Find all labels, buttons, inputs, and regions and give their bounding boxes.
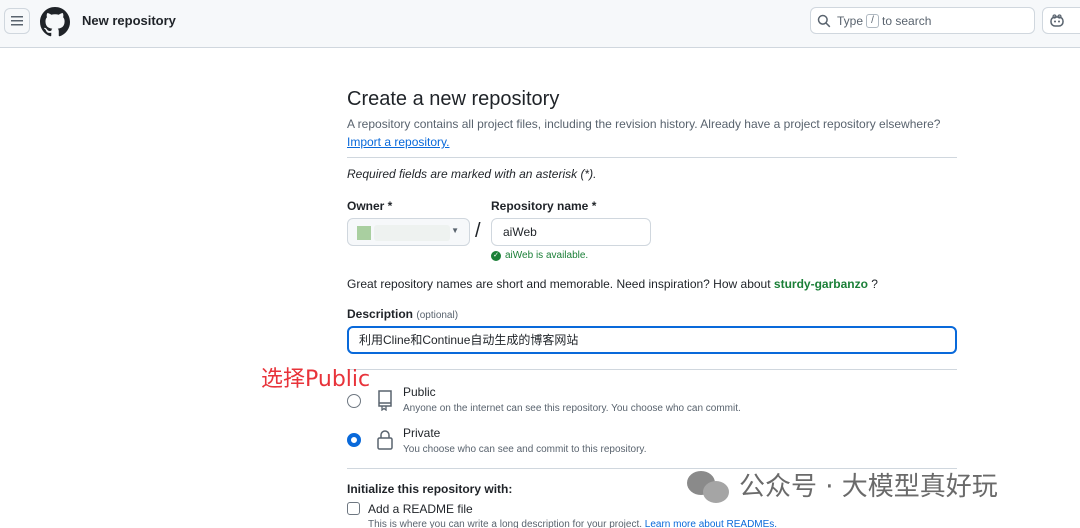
visibility-private-title: Private	[403, 426, 441, 440]
check-circle-icon: ✓	[491, 250, 501, 261]
copilot-button[interactable]	[1042, 7, 1080, 34]
inspiration-suffix: ?	[871, 277, 878, 291]
repo-name-label: Repository name *	[491, 199, 597, 213]
search-input[interactable]: Type / to search	[810, 7, 1035, 34]
repo-icon	[378, 390, 392, 411]
owner-select[interactable]: ▼	[347, 218, 470, 246]
page-title: Create a new repository	[347, 88, 560, 110]
description-input[interactable]: 利用Cline和Continue自动生成的博客网站	[347, 326, 957, 354]
owner-label: Owner *	[347, 199, 393, 213]
wechat-icon	[687, 467, 731, 503]
readme-learn-more-link[interactable]: Learn more about READMEs.	[645, 519, 777, 528]
readme-desc-text: This is where you can write a long descr…	[368, 519, 643, 528]
lock-icon	[377, 430, 393, 450]
name-inspiration: Great repository names are short and mem…	[347, 277, 878, 291]
page-subtitle: A repository contains all project files,…	[347, 117, 941, 131]
description-label-text: Description	[347, 307, 414, 321]
owner-repo-separator: /	[475, 220, 481, 242]
inspiration-text: Great repository names are short and mem…	[347, 277, 771, 291]
add-readme-label[interactable]: Add a README file	[368, 502, 473, 516]
annotation-label: 选择Public	[261, 367, 371, 392]
availability-message: ✓ aiWeb is available.	[491, 250, 588, 261]
watermark: 公众号 · 大模型真好玩	[687, 466, 998, 503]
initialize-label: Initialize this repository with:	[347, 482, 513, 496]
name-suggestion-button[interactable]: sturdy-garbanzo	[774, 277, 868, 291]
divider	[347, 157, 957, 158]
visibility-private-radio[interactable]	[347, 433, 361, 447]
header-title[interactable]: New repository	[82, 13, 176, 28]
github-logo-icon[interactable]	[40, 7, 70, 37]
visibility-public-desc: Anyone on the internet can see this repo…	[403, 403, 741, 414]
optional-hint: (optional)	[416, 310, 459, 321]
watermark-text: 公众号 · 大模型真好玩	[739, 472, 998, 502]
divider	[347, 369, 957, 370]
search-icon	[817, 14, 831, 27]
owner-avatar	[357, 226, 371, 240]
description-label: Description (optional)	[347, 307, 458, 321]
search-prefix: Type	[837, 13, 864, 28]
owner-name-redacted	[374, 225, 450, 241]
search-shortcut-key: /	[866, 13, 880, 28]
repo-name-input[interactable]: aiWeb	[491, 218, 651, 246]
required-fields-note: Required fields are marked with an aster…	[347, 167, 597, 181]
import-repository-link[interactable]: Import a repository.	[347, 135, 449, 149]
caret-down-icon: ▼	[451, 226, 459, 235]
top-header: New repository Type / to search	[0, 0, 1080, 48]
visibility-private-desc: You choose who can see and commit to thi…	[403, 444, 647, 455]
hamburger-icon	[11, 16, 23, 26]
add-readme-checkbox[interactable]	[347, 502, 360, 515]
visibility-public-radio[interactable]	[347, 394, 361, 408]
menu-button[interactable]	[4, 8, 30, 34]
readme-description: This is where you can write a long descr…	[368, 519, 777, 528]
visibility-public-title: Public	[403, 385, 436, 399]
copilot-icon	[1050, 13, 1064, 27]
search-suffix: to search	[882, 13, 932, 28]
availability-text: aiWeb is available.	[505, 250, 589, 261]
